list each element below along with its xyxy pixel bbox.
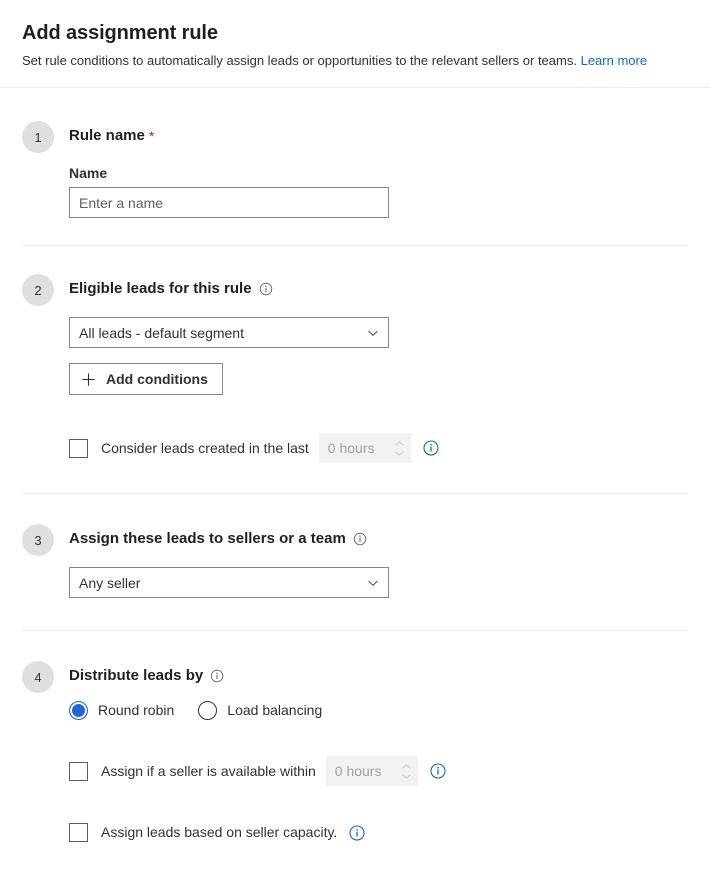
chevron-down-icon <box>367 577 379 589</box>
step-row-4: 4 Distribute leads by Round robin Load b… <box>22 660 688 842</box>
chevron-up-icon <box>402 763 412 769</box>
radio-round-robin[interactable]: Round robin <box>69 701 174 720</box>
seller-available-row: Assign if a seller is available within 0… <box>69 756 688 786</box>
section-distribute-leads: 4 Distribute leads by Round robin Load b… <box>0 631 710 862</box>
seller-dropdown[interactable]: Any seller <box>69 567 389 598</box>
page-subtitle-text: Set rule conditions to automatically ass… <box>22 53 577 68</box>
radio-round-robin-control[interactable] <box>69 701 88 720</box>
seller-available-hours-value: 0 hours <box>334 763 382 779</box>
radio-load-balancing[interactable]: Load balancing <box>198 701 322 720</box>
add-conditions-button[interactable]: Add conditions <box>69 363 223 395</box>
info-circle-icon[interactable] <box>210 669 224 683</box>
radio-dot <box>74 706 83 715</box>
consider-leads-checkbox[interactable] <box>69 438 88 458</box>
info-circle-icon[interactable] <box>353 532 367 546</box>
info-circle-icon[interactable] <box>259 282 273 296</box>
seller-available-info-icon[interactable] <box>430 763 446 779</box>
consider-leads-hours-spinner[interactable]: 0 hours <box>318 433 411 463</box>
radio-load-balancing-label: Load balancing <box>227 702 323 718</box>
section-title-distribute-leads: Distribute leads by <box>69 660 688 692</box>
page-subtitle: Set rule conditions to automatically ass… <box>22 52 688 70</box>
section-title-assign-sellers: Assign these leads to sellers or a team <box>69 523 688 555</box>
radio-round-robin-label: Round robin <box>98 702 175 718</box>
section-title-text: Distribute leads by <box>69 667 204 684</box>
step-row-2: 2 Eligible leads for this rule All leads… <box>22 273 688 463</box>
seller-capacity-row: Assign leads based on seller capacity. <box>69 823 688 842</box>
step-number-badge-2: 2 <box>22 274 54 306</box>
step-body-4: Distribute leads by Round robin Load bal… <box>69 660 688 842</box>
name-field-label: Name <box>69 165 108 181</box>
seller-available-checkbox[interactable] <box>69 761 88 781</box>
step-row-3: 3 Assign these leads to sellers or a tea… <box>22 523 688 598</box>
step-row-1: 1 Rule name * Name <box>22 120 688 218</box>
section-title-text: Eligible leads for this rule <box>69 280 252 297</box>
plus-icon <box>81 372 96 387</box>
page-title: Add assignment rule <box>22 22 218 44</box>
step-number-badge-1: 1 <box>22 121 54 153</box>
seller-capacity-info-icon[interactable] <box>349 824 365 841</box>
page-header: Add assignment rule Set rule conditions … <box>0 0 710 70</box>
step-body-2: Eligible leads for this rule All leads -… <box>69 273 688 463</box>
section-title-rule-name: Rule name * <box>69 120 688 152</box>
consider-leads-row: Consider leads created in the last 0 hou… <box>69 433 688 463</box>
section-title-text: Rule name <box>69 127 145 144</box>
chevron-down-icon <box>395 450 405 456</box>
consider-leads-label: Consider leads created in the last <box>101 439 309 456</box>
segment-dropdown[interactable]: All leads - default segment <box>69 317 389 348</box>
add-conditions-label: Add conditions <box>106 371 208 387</box>
distribution-radio-group: Round robin Load balancing <box>69 701 688 720</box>
chevron-down-icon <box>402 773 412 779</box>
section-title-text: Assign these leads to sellers or a team <box>69 530 346 547</box>
radio-load-balancing-control[interactable] <box>198 701 218 720</box>
consider-leads-hours-value: 0 hours <box>327 440 375 456</box>
consider-leads-info-icon[interactable] <box>423 440 439 456</box>
learn-more-link[interactable]: Learn more <box>581 53 647 68</box>
seller-dropdown-wrap: Any seller <box>69 567 688 598</box>
chevron-up-icon <box>395 440 405 446</box>
required-asterisk: * <box>148 128 155 144</box>
seller-capacity-label: Assign leads based on seller capacity. <box>101 824 338 840</box>
header-divider <box>0 87 710 88</box>
seller-dropdown-value: Any seller <box>79 574 141 591</box>
spinner-arrows[interactable] <box>389 433 411 463</box>
step-body-1: Rule name * Name <box>69 120 688 218</box>
chevron-down-icon <box>367 327 379 339</box>
step-body-3: Assign these leads to sellers or a team … <box>69 523 688 598</box>
seller-available-hours-spinner[interactable]: 0 hours <box>325 756 418 786</box>
seller-available-label: Assign if a seller is available within <box>101 762 316 779</box>
step-number-badge-3: 3 <box>22 524 54 556</box>
section-assign-sellers: 3 Assign these leads to sellers or a tea… <box>0 494 710 630</box>
spinner-arrows[interactable] <box>396 756 418 786</box>
add-assignment-rule-page: Add assignment rule Set rule conditions … <box>0 0 710 886</box>
section-title-eligible-leads: Eligible leads for this rule <box>69 273 688 305</box>
segment-dropdown-value: All leads - default segment <box>79 324 244 341</box>
segment-dropdown-wrap: All leads - default segment <box>69 317 688 348</box>
section-eligible-leads: 2 Eligible leads for this rule All leads… <box>0 246 710 493</box>
seller-capacity-checkbox[interactable] <box>69 823 88 842</box>
section-rule-name: 1 Rule name * Name <box>0 96 710 245</box>
step-number-badge-4: 4 <box>22 661 54 693</box>
name-input[interactable] <box>69 187 389 218</box>
